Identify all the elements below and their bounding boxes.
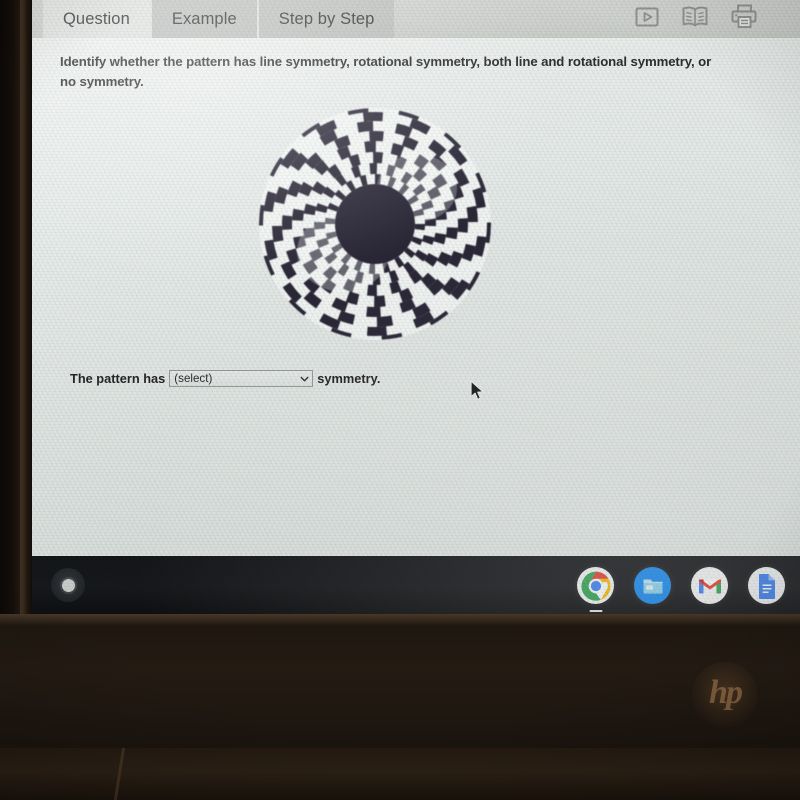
symmetry-select[interactable]: (select)	[169, 370, 314, 387]
google-docs-icon	[758, 573, 775, 599]
left-bezel-highlight	[20, 0, 27, 614]
toolbar-icon-group	[634, 3, 758, 30]
video-play-icon[interactable]	[634, 4, 660, 30]
app-page: Question Example Step by Step Identify w…	[29, 0, 800, 556]
shelf-item-files[interactable]	[634, 567, 671, 604]
tab-step-by-step[interactable]: Step by Step	[256, 0, 395, 38]
shelf-item-docs[interactable]	[748, 567, 785, 604]
laptop-left-bezel	[0, 0, 32, 614]
shelf-app-list	[577, 567, 800, 612]
question-prompt: Identify whether the pattern has line sy…	[60, 54, 712, 90]
mouse-cursor	[470, 380, 486, 407]
tab-question[interactable]: Question	[43, 0, 150, 38]
tab-bar: Question Example Step by Step	[43, 0, 395, 38]
chromeos-shelf	[29, 556, 800, 614]
laptop-screen: Question Example Step by Step Identify w…	[29, 0, 800, 614]
answer-trailing-text: symmetry.	[317, 371, 381, 386]
chevron-down-icon	[300, 376, 309, 381]
hp-logo-text: hp	[709, 674, 743, 711]
answer-row: The pattern has (select) symmetry.	[70, 370, 380, 387]
gmail-icon	[698, 579, 721, 594]
shelf-item-chrome[interactable]	[577, 567, 614, 612]
chrome-active-indicator	[589, 609, 602, 612]
tab-question-label: Question	[63, 9, 130, 28]
chrome-icon	[580, 571, 610, 601]
tab-step-by-step-label: Step by Step	[278, 9, 375, 28]
pattern-figure	[257, 106, 493, 342]
symmetry-select-value: (select)	[174, 372, 213, 385]
shelf-item-gmail[interactable]	[691, 567, 728, 604]
files-icon	[643, 579, 662, 593]
launcher-circle-icon	[61, 578, 75, 592]
book-icon[interactable]	[680, 4, 710, 30]
tab-example-label: Example	[171, 9, 237, 28]
hp-logo: hp	[692, 662, 758, 728]
bezel-highlight	[0, 612, 800, 626]
radial-checkerboard-svg	[259, 108, 491, 340]
launcher-button[interactable]	[51, 568, 85, 602]
laptop-photo: hp Question Example Step by Step Identif…	[0, 0, 800, 800]
printer-icon[interactable]	[730, 3, 758, 30]
answer-lead-text: The pattern has	[70, 371, 166, 386]
tab-example[interactable]: Example	[149, 0, 257, 38]
